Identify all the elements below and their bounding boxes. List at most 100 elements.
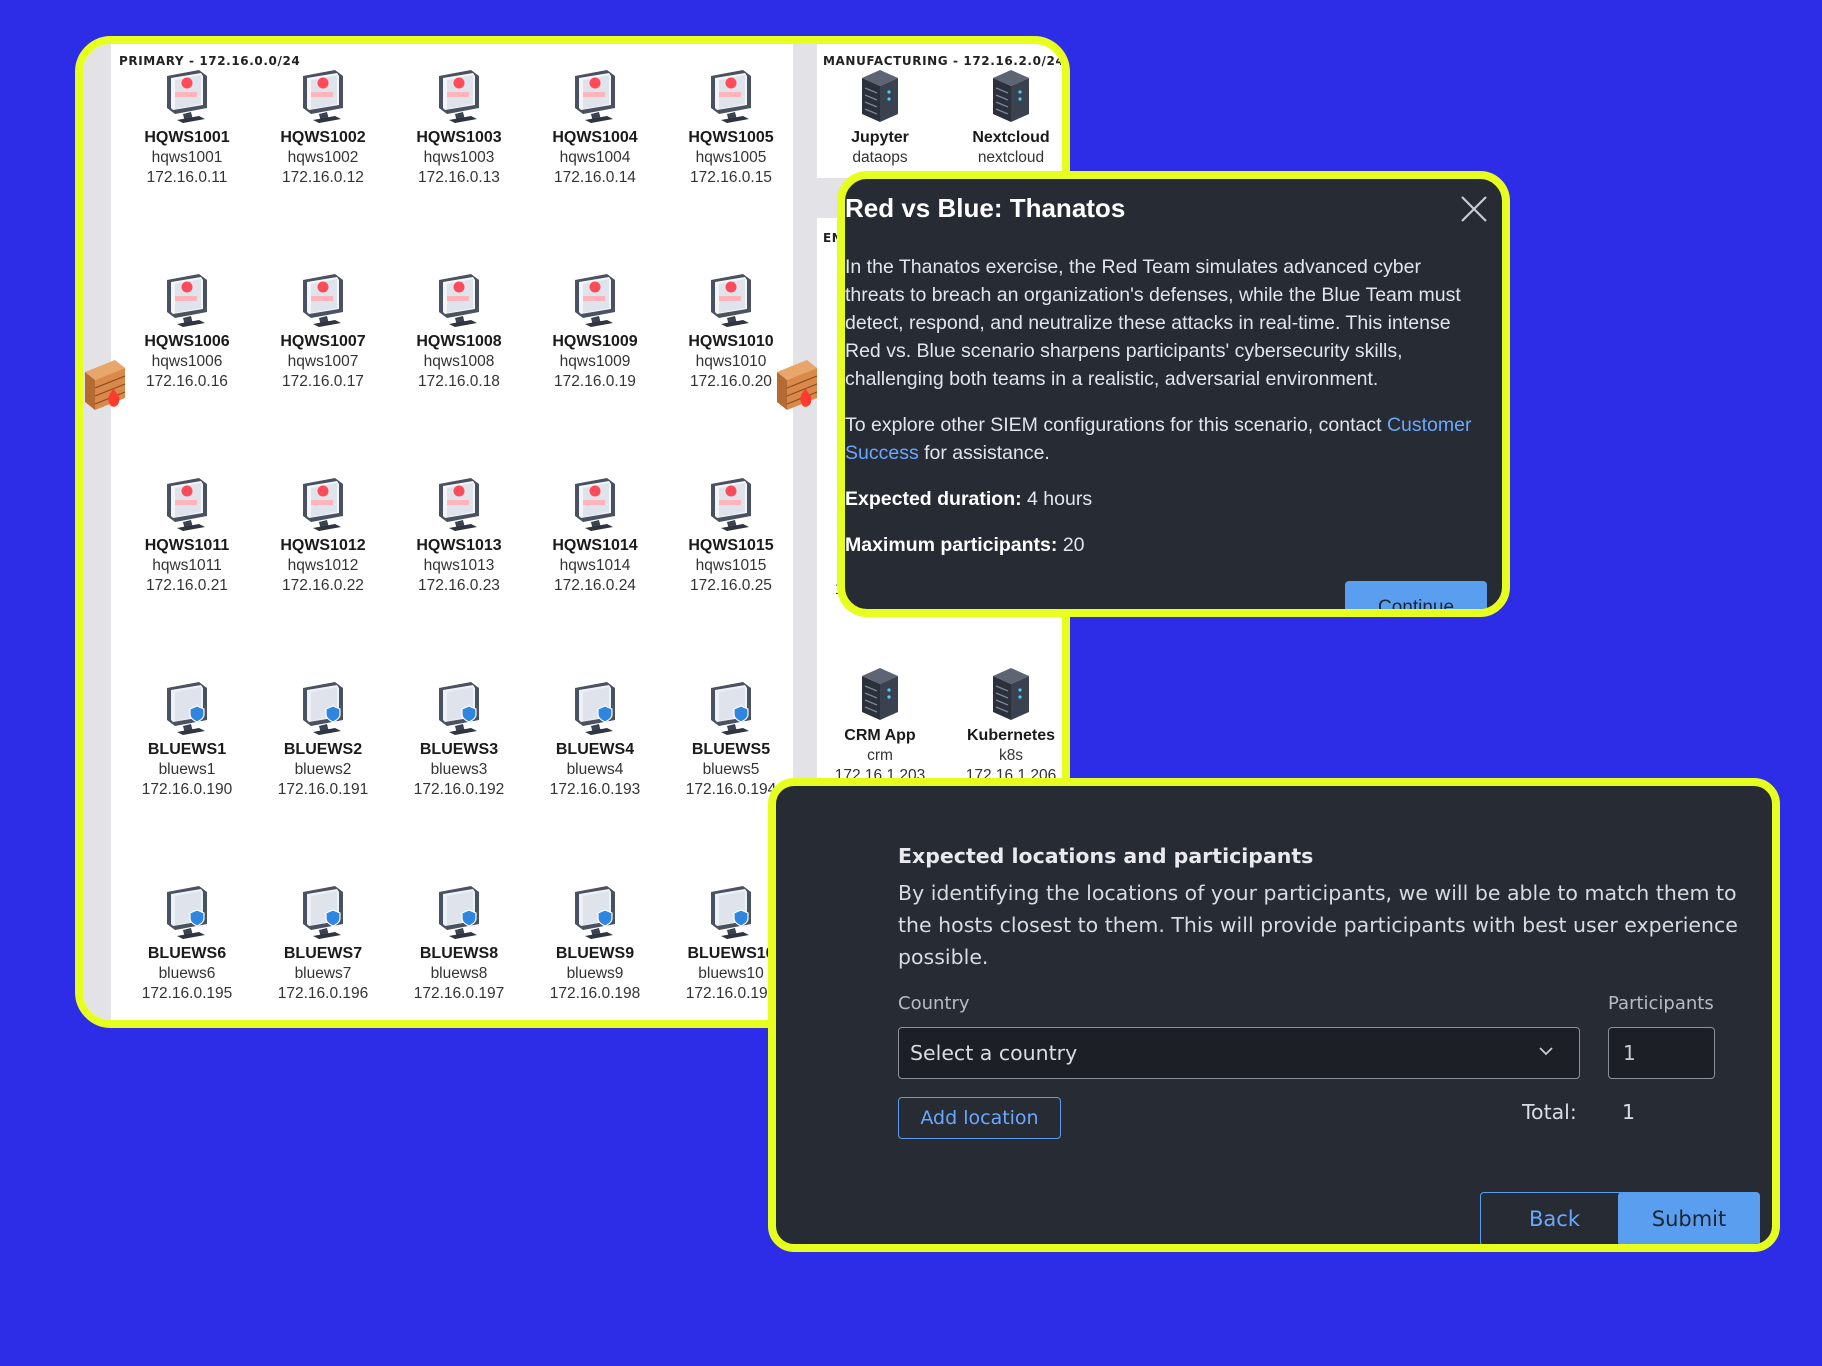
- host-node[interactable]: HQWS1008 hqws1008 172.16.0.18: [391, 272, 527, 392]
- host-name: HQWS1011: [144, 537, 230, 554]
- host-node[interactable]: HQWS1004 hqws1004 172.16.0.14: [527, 68, 663, 188]
- host-node[interactable]: HQWS1014 hqws1014 172.16.0.24: [527, 476, 663, 596]
- host-hostname: dataops: [852, 149, 908, 166]
- host-node[interactable]: HQWS1009 hqws1009 172.16.0.19: [527, 272, 663, 392]
- host-node[interactable]: HQWS1002 hqws1002 172.16.0.12: [255, 68, 391, 188]
- host-node[interactable]: BLUEWS7 bluews7 172.16.0.196: [255, 884, 391, 1004]
- workstation-icon: [439, 478, 479, 531]
- host-ip: 172.16.0.191: [277, 781, 369, 798]
- country-label: Country: [898, 993, 970, 1014]
- continue-button[interactable]: Continue: [1345, 581, 1487, 609]
- host-node[interactable]: Nextcloud nextcloud: [943, 68, 1062, 168]
- host-hostname: hqws1005: [695, 149, 767, 166]
- host-ip: 172.16.0.17: [282, 373, 364, 390]
- host-node[interactable]: HQWS1005 hqws1005 172.16.0.15: [663, 68, 799, 188]
- host-hostname: hqws1002: [287, 149, 359, 166]
- host-ip: 172.16.0.198: [549, 985, 641, 1002]
- scenario-modal: Red vs Blue: Thanatos In the Thanatos ex…: [837, 171, 1510, 617]
- host-node[interactable]: BLUEWS3 bluews3 172.16.0.192: [391, 680, 527, 800]
- host-ip: 172.16.0.11: [146, 169, 228, 186]
- blue-workstation-icon: [439, 682, 479, 735]
- workstation-icon: [167, 274, 207, 327]
- form-heading: Expected locations and participants: [898, 844, 1314, 868]
- workstation-icon: [303, 70, 343, 123]
- blue-workstation-icon: [303, 682, 343, 735]
- submit-button[interactable]: Submit: [1618, 1192, 1760, 1244]
- server-icon: [862, 668, 898, 720]
- host-node[interactable]: CRM App crm 172.16.1.203: [812, 666, 948, 786]
- country-select[interactable]: Select a country: [898, 1027, 1580, 1079]
- host-hostname: bluews7: [294, 965, 352, 982]
- modal-body: In the Thanatos exercise, the Red Team s…: [845, 253, 1485, 577]
- blue-workstation-icon: [575, 886, 615, 939]
- siem-note-text: To explore other SIEM configurations for…: [845, 414, 1387, 436]
- left-rail: [83, 44, 111, 1020]
- participants-input[interactable]: [1608, 1027, 1715, 1079]
- close-icon[interactable]: [1458, 193, 1490, 225]
- host-node[interactable]: BLUEWS8 bluews8 172.16.0.197: [391, 884, 527, 1004]
- host-node[interactable]: HQWS1001 hqws1001 172.16.0.11: [119, 68, 255, 188]
- back-button[interactable]: Back: [1480, 1192, 1629, 1244]
- host-node[interactable]: BLUEWS6 bluews6 172.16.0.195: [119, 884, 255, 1004]
- host-hostname: bluews8: [430, 965, 488, 982]
- firewall-icon[interactable]: [773, 358, 821, 412]
- host-ip: 172.16.0.192: [413, 781, 505, 798]
- host-node[interactable]: HQWS1011 hqws1011 172.16.0.21: [119, 476, 255, 596]
- workstation-icon: [439, 70, 479, 123]
- host-hostname: bluews5: [702, 761, 760, 778]
- host-node[interactable]: Jupyterdataops172.: [812, 68, 948, 188]
- host-hostname: bluews2: [294, 761, 352, 778]
- host-name: HQWS1006: [144, 333, 230, 350]
- host-hostname: bluews4: [566, 761, 624, 778]
- host-name: HQWS1007: [280, 333, 366, 350]
- firewall-icon[interactable]: [81, 358, 129, 412]
- host-ip: 172.16.0.12: [282, 169, 364, 186]
- host-hostname: bluews6: [158, 965, 216, 982]
- server-icon: [862, 70, 898, 122]
- host-ip: 172.16.0.15: [690, 169, 772, 186]
- server-icon: [993, 70, 1029, 122]
- host-name: BLUEWS2: [283, 741, 363, 758]
- workstation-icon: [575, 274, 615, 327]
- host-node[interactable]: BLUEWS1 bluews1 172.16.0.190: [119, 680, 255, 800]
- blue-workstation-icon: [439, 886, 479, 939]
- host-node[interactable]: HQWS1007 hqws1007 172.16.0.17: [255, 272, 391, 392]
- host-node[interactable]: HQWS1012 hqws1012 172.16.0.22: [255, 476, 391, 596]
- host-ip: 172.16.0.24: [554, 577, 636, 594]
- host-node[interactable]: HQWS1015 hqws1015 172.16.0.25: [663, 476, 799, 596]
- host-hostname: bluews9: [566, 965, 624, 982]
- host-node[interactable]: HQWS1003 hqws1003 172.16.0.13: [391, 68, 527, 188]
- country-select-value: Select a country: [910, 1041, 1078, 1065]
- host-name: HQWS1001: [144, 129, 230, 146]
- host-name: CRM App: [844, 727, 916, 744]
- host-hostname: hqws1007: [287, 353, 359, 370]
- host-hostname: hqws1011: [152, 557, 222, 574]
- host-node[interactable]: BLUEWS9 bluews9 172.16.0.198: [527, 884, 663, 1004]
- zone-title-manufacturing: MANUFACTURING - 172.16.2.0/24: [823, 54, 1065, 68]
- blue-workstation-icon: [167, 886, 207, 939]
- host-hostname: hqws1014: [559, 557, 631, 574]
- host-node[interactable]: HQWS1006 hqws1006 172.16.0.16: [119, 272, 255, 392]
- host-name: BLUEWS7: [283, 945, 363, 962]
- host-ip: 172.16.0.18: [418, 373, 500, 390]
- host-node[interactable]: BLUEWS2 bluews2 172.16.0.191: [255, 680, 391, 800]
- add-location-button[interactable]: Add location: [898, 1097, 1061, 1139]
- zone-title-primary: PRIMARY - 172.16.0.0/24: [119, 54, 301, 68]
- workstation-icon: [575, 478, 615, 531]
- host-ip: 172.16.0.16: [146, 373, 228, 390]
- host-node[interactable]: BLUEWS4 bluews4 172.16.0.193: [527, 680, 663, 800]
- host-ip: 172.16.0.14: [554, 169, 636, 186]
- host-name: HQWS1005: [688, 129, 774, 146]
- host-hostname: hqws1004: [559, 149, 631, 166]
- form-description: By identifying the locations of your par…: [898, 881, 1738, 969]
- workstation-icon: [711, 274, 751, 327]
- host-name: BLUEWS9: [555, 945, 635, 962]
- host-ip: 172.16.0.195: [141, 985, 233, 1002]
- host-hostname: bluews3: [430, 761, 488, 778]
- host-name: BLUEWS4: [555, 741, 635, 758]
- host-node[interactable]: HQWS1013 hqws1013 172.16.0.23: [391, 476, 527, 596]
- duration-label: Expected duration:: [845, 488, 1022, 510]
- host-hostname: hqws1006: [151, 353, 223, 370]
- host-node[interactable]: Kubernetes k8s 172.16.1.206: [943, 666, 1062, 786]
- host-name: HQWS1015: [688, 537, 774, 554]
